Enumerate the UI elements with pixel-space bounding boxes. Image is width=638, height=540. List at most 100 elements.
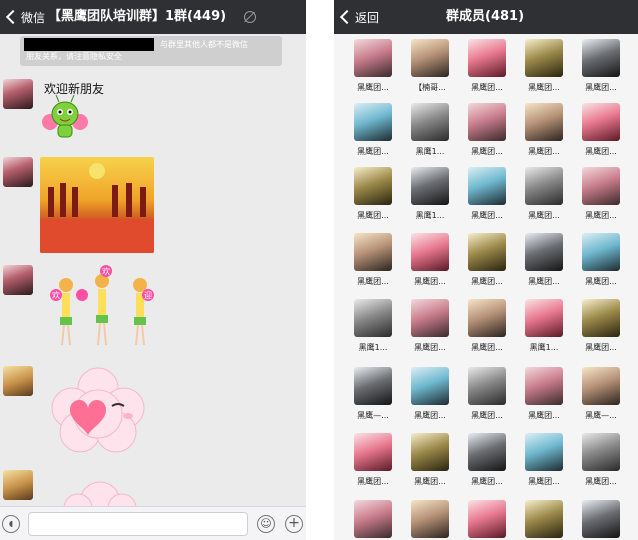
member-name: 黑鹰团... <box>414 411 446 420</box>
member-avatar <box>468 367 506 405</box>
member-avatar <box>354 500 392 538</box>
member-tile[interactable]: 黑鹰团... <box>572 433 628 493</box>
member-avatar <box>411 500 449 538</box>
member-avatar <box>525 233 563 271</box>
member-tile[interactable]: 黑鹰1... <box>515 299 571 359</box>
member-avatar <box>411 39 449 77</box>
member-name: 黑鹰团... <box>414 477 446 486</box>
member-name: 黑鹰团... <box>528 277 560 286</box>
member-tile[interactable]: 黑鹰团... <box>458 433 514 493</box>
member-avatar <box>468 103 506 141</box>
member-tile[interactable]: 黑鹰团... <box>401 233 457 293</box>
member-tile[interactable]: 黑鹰团... <box>458 103 514 163</box>
sender-avatar[interactable] <box>3 265 33 295</box>
sender-avatar[interactable] <box>3 79 33 109</box>
member-avatar <box>468 299 506 337</box>
emoji-icon[interactable]: ☺ <box>257 515 275 533</box>
member-tile[interactable]: 黑鹰团... <box>515 39 571 99</box>
member-tile[interactable]: 黑鹰团... <box>458 299 514 359</box>
member-avatar <box>354 233 392 271</box>
member-avatar <box>582 39 620 77</box>
member-name: 黑鹰团... <box>414 277 446 286</box>
sender-avatar[interactable] <box>3 157 33 187</box>
member-tile[interactable]: 黑鹰团... <box>572 167 628 227</box>
member-avatar <box>468 167 506 205</box>
members-title: 群成员(481) <box>446 9 525 24</box>
member-tile[interactable]: 黑鹰团... <box>344 433 400 493</box>
sender-avatar[interactable] <box>3 366 33 396</box>
member-tile[interactable]: 黑鹰团... <box>515 103 571 163</box>
member-name: 黑鹰团... <box>528 211 560 220</box>
member-name: 黑鹰团... <box>528 147 560 156</box>
redacted-name <box>24 38 154 51</box>
member-name: 黑鹰团... <box>585 211 617 220</box>
member-tile[interactable]: 黑鹰1... <box>401 103 457 163</box>
member-avatar <box>525 39 563 77</box>
member-name: 黑鹰1... <box>415 147 445 156</box>
chevron-left-icon <box>339 9 355 25</box>
member-tile[interactable]: 黑鹰团... <box>572 299 628 359</box>
member-tile[interactable] <box>344 500 400 540</box>
member-grid: 黑鹰团... 【楠哥... 黑鹰团... 黑鹰团... 黑鹰团... 黑鹰团... 黑鹰1.… <box>334 34 638 540</box>
member-tile[interactable] <box>458 500 514 540</box>
caterpillar-sticker[interactable] <box>40 92 90 140</box>
member-name: 黑鹰团... <box>585 477 617 486</box>
cloud-sticker-partial[interactable] <box>60 478 140 523</box>
member-avatar <box>354 299 392 337</box>
member-avatar <box>468 39 506 77</box>
member-tile[interactable]: 黑鹰团... <box>572 233 628 293</box>
member-tile[interactable]: 黑鹰团... <box>515 367 571 427</box>
member-name: 黑鹰—... <box>585 411 617 420</box>
member-name: 黑鹰团... <box>357 477 389 486</box>
member-tile[interactable]: 黑鹰团... <box>515 167 571 227</box>
member-tile[interactable]: 黑鹰团... <box>572 39 628 99</box>
member-avatar <box>582 103 620 141</box>
member-tile[interactable]: 黑鹰—... <box>572 367 628 427</box>
members-screen: 返回 群成员(481) 黑鹰团... 【楠哥... 黑鹰团... 黑鹰团... 黑鹰团.… <box>334 0 638 540</box>
message-input[interactable] <box>28 512 248 536</box>
member-avatar <box>525 103 563 141</box>
member-avatar <box>411 167 449 205</box>
member-tile[interactable]: 黑鹰团... <box>401 367 457 427</box>
member-tile[interactable]: 黑鹰团... <box>458 367 514 427</box>
member-tile[interactable]: 黑鹰团... <box>458 39 514 99</box>
chat-back-button[interactable]: 微信 <box>4 0 45 34</box>
plus-icon[interactable]: + <box>285 515 303 533</box>
member-tile[interactable]: 黑鹰团... <box>344 103 400 163</box>
member-name: 黑鹰1... <box>358 343 388 352</box>
member-tile[interactable]: 黑鹰团... <box>344 167 400 227</box>
member-name: 【楠哥... <box>414 83 446 92</box>
member-tile[interactable] <box>515 500 571 540</box>
member-tile[interactable]: 黑鹰1... <box>401 167 457 227</box>
member-tile[interactable] <box>401 500 457 540</box>
member-avatar <box>354 167 392 205</box>
member-name: 黑鹰团... <box>585 83 617 92</box>
member-tile[interactable]: 黑鹰团... <box>515 433 571 493</box>
heart-cloud-sticker[interactable] <box>50 366 146 456</box>
sender-avatar[interactable] <box>3 470 33 500</box>
members-back-button[interactable]: 返回 <box>338 0 379 34</box>
member-tile[interactable]: 黑鹰团... <box>344 39 400 99</box>
member-tile[interactable]: 黑鹰团... <box>458 233 514 293</box>
voice-input-icon[interactable]: ◖ <box>2 515 20 533</box>
member-tile[interactable]: 黑鹰团... <box>515 233 571 293</box>
member-tile[interactable]: 黑鹰团... <box>344 233 400 293</box>
member-avatar <box>525 167 563 205</box>
member-tile[interactable] <box>572 500 628 540</box>
member-tile[interactable]: 【楠哥... <box>401 39 457 99</box>
member-tile[interactable]: 黑鹰团... <box>401 299 457 359</box>
chat-title[interactable]: 【黑鹰团队培训群】1群(449) <box>48 0 226 34</box>
member-name: 黑鹰团... <box>357 277 389 286</box>
member-name: 黑鹰团... <box>471 83 503 92</box>
notice-line-1: 与群里其他人都不是微信 <box>160 40 248 49</box>
member-name: 黑鹰团... <box>471 477 503 486</box>
member-avatar <box>411 367 449 405</box>
member-tile[interactable]: 黑鹰团... <box>401 433 457 493</box>
member-tile[interactable]: 黑鹰—... <box>344 367 400 427</box>
member-tile[interactable]: 黑鹰1... <box>344 299 400 359</box>
member-tile[interactable]: 黑鹰团... <box>458 167 514 227</box>
group-photo-image[interactable] <box>40 157 154 253</box>
member-tile[interactable]: 黑鹰团... <box>572 103 628 163</box>
member-name: 黑鹰团... <box>585 277 617 286</box>
cheerleader-sticker[interactable]: 欢 欢 迎 <box>48 265 158 351</box>
